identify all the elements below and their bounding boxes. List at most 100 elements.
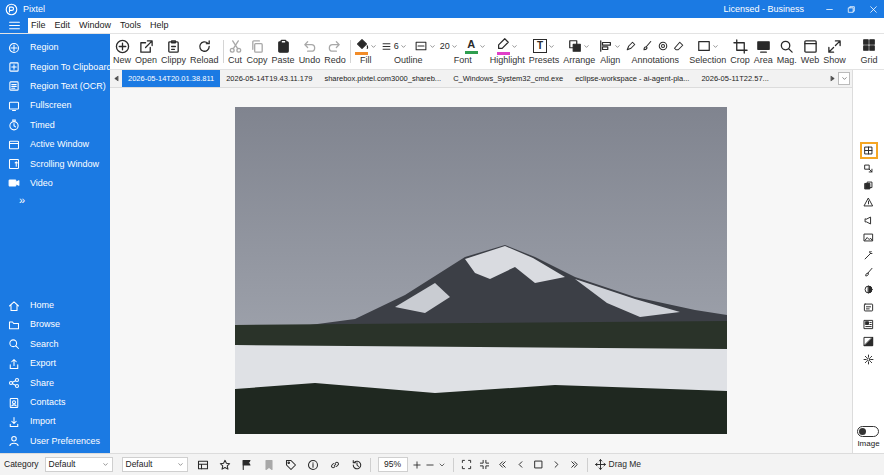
menu-item[interactable]: Edit: [55, 21, 71, 30]
nav-label[interactable]: Contacts: [30, 398, 66, 407]
capture-label[interactable]: Region Text (OCR): [30, 82, 106, 91]
line-style-icon[interactable]: [414, 40, 428, 52]
caret-icon[interactable]: [712, 43, 719, 50]
toolbar-label[interactable]: Copy: [247, 55, 268, 66]
caption-icon[interactable]: [863, 302, 874, 313]
nav-label[interactable]: Search: [30, 340, 59, 349]
toolbar-button[interactable]: Area: [753, 34, 774, 69]
toolbar-button[interactable]: Crop: [729, 34, 751, 69]
toolbar-label[interactable]: Outline: [394, 55, 423, 66]
toolbar-label[interactable]: Area: [754, 55, 773, 66]
hamburger-icon[interactable]: [8, 19, 21, 32]
timer-icon[interactable]: [8, 119, 20, 131]
rectangle-icon[interactable]: [697, 39, 711, 53]
browser-icon[interactable]: [803, 39, 818, 54]
drag-label[interactable]: Drag Me: [609, 460, 642, 469]
more-button[interactable]: »: [19, 195, 25, 206]
tab[interactable]: C_Windows_System32_cmd.exe: [447, 70, 569, 87]
menu-item[interactable]: Help: [150, 21, 169, 30]
image-toggle[interactable]: [857, 426, 879, 437]
toolbar-button[interactable]: Selection: [688, 34, 727, 69]
filter-select[interactable]: Default: [122, 457, 188, 472]
bookmark-icon[interactable]: [263, 459, 275, 471]
last-icon[interactable]: [569, 459, 580, 470]
left-arrow-icon[interactable]: [113, 75, 120, 82]
tool-button[interactable]: [860, 333, 878, 350]
marker-icon[interactable]: [496, 37, 510, 51]
nav-item[interactable]: Home: [0, 296, 110, 315]
move-icon[interactable]: [595, 459, 606, 470]
fit-icon[interactable]: [461, 459, 472, 470]
tool-button[interactable]: [860, 212, 878, 229]
open-icon[interactable]: [139, 39, 154, 54]
close-icon[interactable]: [869, 5, 878, 14]
eraser-icon[interactable]: [673, 40, 685, 52]
search-icon[interactable]: [8, 338, 20, 350]
tab-scroll-right[interactable]: [826, 70, 838, 87]
home-icon[interactable]: [8, 300, 20, 312]
toolbar-button[interactable]: Clippy: [160, 34, 187, 69]
clipboard-region-icon[interactable]: [8, 61, 20, 73]
category-select-value[interactable]: Default: [49, 460, 76, 469]
toolbar-button[interactable]: Cut: [227, 34, 244, 69]
video-camera-icon[interactable]: [8, 177, 20, 189]
toolbar-button[interactable]: Show: [822, 34, 847, 69]
grid-icon[interactable]: [862, 38, 876, 52]
caret-icon[interactable]: [429, 43, 436, 50]
caret-icon[interactable]: [614, 43, 621, 50]
capture-label[interactable]: Scrolling Window: [30, 160, 99, 169]
stop-icon[interactable]: [533, 459, 544, 470]
redo-icon[interactable]: [327, 39, 342, 54]
grid-button[interactable]: Grid: [854, 34, 884, 69]
contrast-icon[interactable]: [863, 284, 874, 295]
tool-button[interactable]: [860, 229, 878, 246]
right-arrow-icon[interactable]: [829, 75, 836, 82]
next-icon[interactable]: [551, 459, 562, 470]
crop-icon[interactable]: [733, 39, 748, 54]
tool-button[interactable]: [860, 351, 878, 368]
caret-icon[interactable]: [583, 43, 590, 50]
toolbar-button[interactable]: Open: [134, 34, 158, 69]
tab-list-button[interactable]: [838, 72, 850, 85]
toolbar-label[interactable]: Arrange: [563, 55, 595, 66]
window-icon[interactable]: [8, 139, 20, 151]
toolbar-button[interactable]: 20AFont: [439, 34, 487, 69]
drag-handle[interactable]: Drag Me: [595, 459, 642, 470]
zoom-field[interactable]: 95%: [378, 457, 408, 472]
toolbar-label[interactable]: New: [113, 55, 131, 66]
nav-label[interactable]: Share: [30, 379, 54, 388]
toolbar-label[interactable]: Redo: [324, 55, 346, 66]
nav-item[interactable]: Import: [0, 412, 110, 431]
capture-item[interactable]: Timed: [0, 116, 110, 135]
screenshot-image[interactable]: [235, 107, 727, 434]
export-icon[interactable]: [8, 358, 20, 370]
toolbar-label[interactable]: Reload: [190, 55, 219, 66]
tab[interactable]: 2026-05-14T20.01.38.811: [122, 70, 220, 87]
history-icon[interactable]: [351, 459, 363, 471]
scissors-icon[interactable]: [228, 39, 243, 54]
capture-item[interactable]: Region To Clipboard: [0, 57, 110, 76]
tab-label[interactable]: 2026-05-14T20.01.38.811: [128, 75, 214, 83]
capture-label[interactable]: Region: [30, 43, 59, 52]
crop-frame-icon[interactable]: [863, 145, 874, 156]
nav-label[interactable]: Home: [30, 301, 54, 310]
layers-icon[interactable]: [568, 39, 582, 53]
minimize-icon[interactable]: [825, 5, 834, 14]
actual-size-icon[interactable]: [479, 459, 490, 470]
toolbar-button[interactable]: Copy: [246, 34, 269, 69]
megaphone-icon[interactable]: [863, 215, 874, 226]
grid-label[interactable]: Grid: [860, 55, 877, 66]
toolbar-label[interactable]: Selection: [689, 55, 726, 66]
toolbar-button[interactable]: Redo: [323, 34, 347, 69]
caret-icon[interactable]: [548, 43, 555, 50]
bucket-icon[interactable]: [355, 37, 369, 51]
nav-item[interactable]: Export: [0, 354, 110, 373]
nav-item[interactable]: Search: [0, 335, 110, 354]
color-swatch[interactable]: [355, 52, 368, 55]
tool-button[interactable]: [860, 246, 878, 263]
folder-icon[interactable]: [8, 319, 20, 331]
filter-select-value[interactable]: Default: [126, 460, 153, 469]
expand-icon[interactable]: [827, 39, 842, 54]
zoom-out-icon[interactable]: [425, 460, 435, 470]
tab-label[interactable]: 2026-05-14T19.43.11.179: [226, 75, 312, 83]
